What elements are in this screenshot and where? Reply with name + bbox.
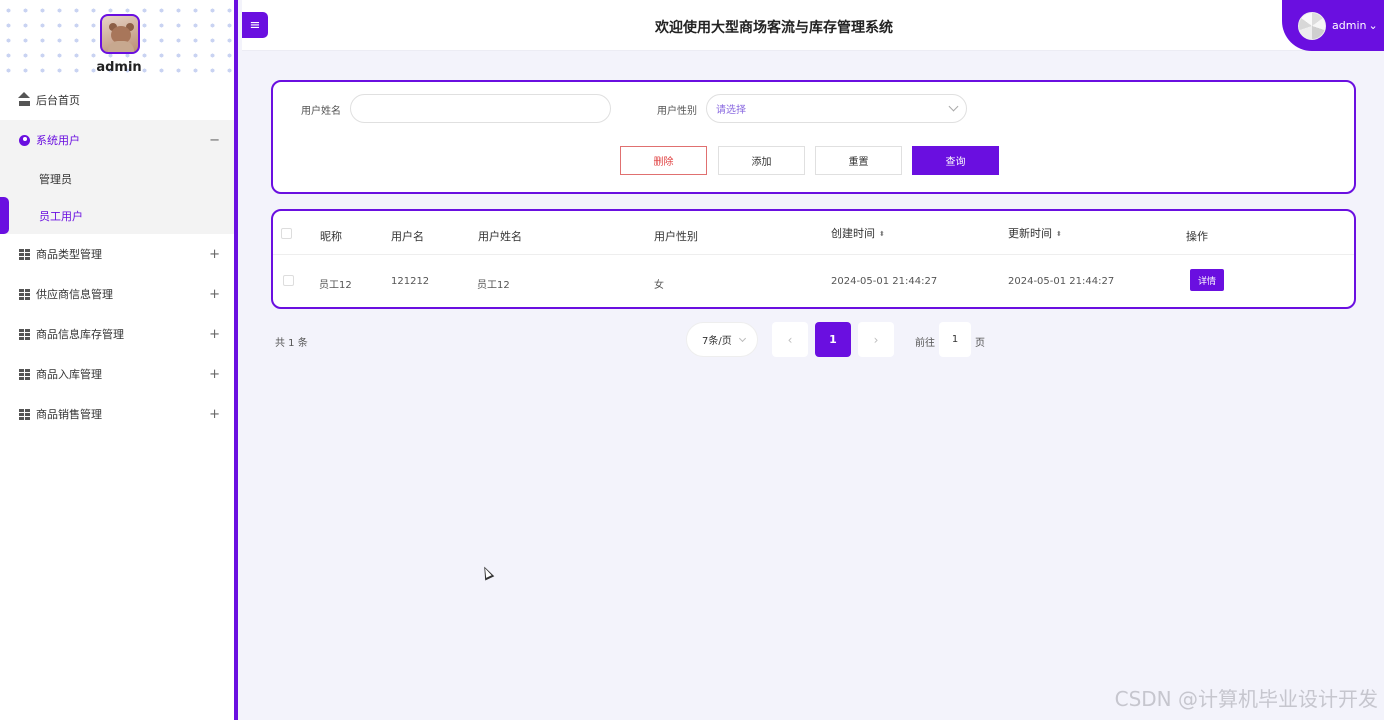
- cell-realname: 员工12: [477, 280, 510, 291]
- next-page-button[interactable]: ›: [858, 322, 894, 357]
- collapse-icon[interactable]: −: [209, 133, 220, 148]
- sidebar-item-product-types[interactable]: 商品类型管理 +: [0, 234, 234, 274]
- name-input[interactable]: [350, 94, 611, 123]
- total-count: 共 1 条: [275, 338, 308, 349]
- chevron-down-icon: [948, 101, 959, 112]
- user-avatar-icon: [1298, 11, 1326, 40]
- row-divider: [273, 254, 1354, 255]
- column-header: 用户姓名: [478, 230, 522, 243]
- sidebar-item-label: 系统用户: [36, 134, 80, 147]
- expand-icon[interactable]: +: [209, 247, 220, 262]
- grid-icon: [19, 368, 30, 380]
- admin-name: admin: [96, 60, 142, 75]
- sidebar-subitem-admins[interactable]: 管理员: [0, 160, 234, 197]
- sidebar-item-stock-in[interactable]: 商品入库管理 +: [0, 354, 234, 394]
- expand-icon[interactable]: +: [209, 327, 220, 342]
- prev-page-button[interactable]: ‹: [772, 322, 808, 357]
- top-header: ≡ 欢迎使用大型商场客流与库存管理系统 admin ⌄: [242, 0, 1384, 51]
- column-header: 用户名: [391, 230, 424, 243]
- home-icon: [18, 91, 30, 106]
- select-all-checkbox[interactable]: [281, 228, 292, 239]
- gender-select[interactable]: 请选择: [706, 94, 967, 123]
- user-menu[interactable]: admin ⌄: [1282, 0, 1384, 51]
- column-header: 用户性别: [654, 230, 698, 243]
- sidebar-item-inventory[interactable]: 商品信息库存管理 +: [0, 314, 234, 354]
- sidebar-item-home[interactable]: 后台首页: [0, 80, 234, 120]
- sidebar-item-suppliers[interactable]: 供应商信息管理 +: [0, 274, 234, 314]
- column-header-label: 创建时间: [831, 227, 875, 240]
- cell-updated: 2024-05-01 21:44:27: [1008, 276, 1115, 287]
- watermark: CSDN @计算机毕业设计开发: [1114, 687, 1378, 711]
- sidebar-item-system-users[interactable]: 系统用户 −: [0, 120, 234, 160]
- sidebar-item-label: 后台首页: [36, 94, 80, 107]
- cell-username: 121212: [391, 276, 430, 287]
- add-button[interactable]: 添加: [718, 146, 805, 175]
- page-number-button[interactable]: 1: [815, 322, 851, 357]
- name-label: 用户姓名: [301, 106, 341, 117]
- mouse-cursor-icon: [479, 564, 495, 581]
- sidebar-item-label: 商品销售管理: [36, 408, 102, 421]
- user-name: admin: [1332, 19, 1367, 32]
- grid-icon: [19, 248, 30, 260]
- column-header-label: 更新时间: [1008, 227, 1052, 240]
- column-header: 昵称: [320, 230, 342, 243]
- row-checkbox[interactable]: [283, 275, 294, 286]
- detail-button[interactable]: 详情: [1190, 269, 1224, 291]
- column-header-updated[interactable]: 更新时间 ⬍: [1008, 225, 1062, 241]
- search-panel: 用户姓名 用户性别 请选择 删除 添加 重置 查询: [271, 80, 1356, 194]
- sidebar-item-sales[interactable]: 商品销售管理 +: [0, 394, 234, 434]
- sidebar-subitem-employee-users[interactable]: 员工用户: [0, 197, 234, 234]
- delete-button[interactable]: 删除: [620, 146, 707, 175]
- column-header-created[interactable]: 创建时间 ⬍: [831, 225, 885, 241]
- sidebar: admin 后台首页 系统用户 − 管理员 员工用户 商品类型管理 + 供应商信…: [0, 0, 238, 720]
- grid-icon: [19, 328, 30, 340]
- sidebar-item-label: 商品信息库存管理: [36, 328, 124, 341]
- sidebar-menu: 后台首页 系统用户 − 管理员 员工用户 商品类型管理 + 供应商信息管理 + …: [0, 80, 234, 434]
- cell-nickname: 员工12: [319, 280, 352, 291]
- sort-icon[interactable]: ⬍: [1056, 230, 1062, 238]
- cell-gender: 女: [654, 280, 664, 291]
- chevron-down-icon: ⌄: [1368, 19, 1378, 32]
- goto-prefix: 前往: [915, 338, 935, 349]
- expand-icon[interactable]: +: [209, 287, 220, 302]
- expand-icon[interactable]: +: [209, 367, 220, 382]
- column-header: 操作: [1186, 230, 1208, 243]
- sidebar-item-label: 员工用户: [39, 209, 83, 223]
- grid-icon: [19, 408, 30, 420]
- page-size-select[interactable]: 7条/页: [686, 322, 758, 357]
- gender-label: 用户性别: [657, 106, 697, 117]
- user-icon: [19, 134, 30, 146]
- reset-button[interactable]: 重置: [815, 146, 902, 175]
- sidebar-item-label: 商品入库管理: [36, 368, 102, 381]
- gender-placeholder: 请选择: [716, 105, 746, 116]
- goto-suffix: 页: [975, 338, 985, 349]
- sidebar-item-label: 管理员: [39, 172, 72, 186]
- query-button[interactable]: 查询: [912, 146, 999, 175]
- cell-created: 2024-05-01 21:44:27: [831, 276, 938, 287]
- sidebar-header: admin: [0, 0, 234, 80]
- expand-icon[interactable]: +: [209, 407, 220, 422]
- sidebar-item-label: 商品类型管理: [36, 248, 102, 261]
- sidebar-item-label: 供应商信息管理: [36, 288, 113, 301]
- page-size-value: 7条/页: [702, 336, 732, 347]
- goto-page-input[interactable]: 1: [939, 322, 971, 357]
- avatar[interactable]: [100, 14, 140, 54]
- grid-icon: [19, 288, 30, 300]
- chevron-down-icon: [738, 334, 747, 343]
- sort-icon[interactable]: ⬍: [879, 230, 885, 238]
- data-table: 昵称 用户名 用户姓名 用户性别 创建时间 ⬍ 更新时间 ⬍ 操作 员工12 121…: [271, 209, 1356, 309]
- page-title: 欢迎使用大型商场客流与库存管理系统: [655, 20, 893, 36]
